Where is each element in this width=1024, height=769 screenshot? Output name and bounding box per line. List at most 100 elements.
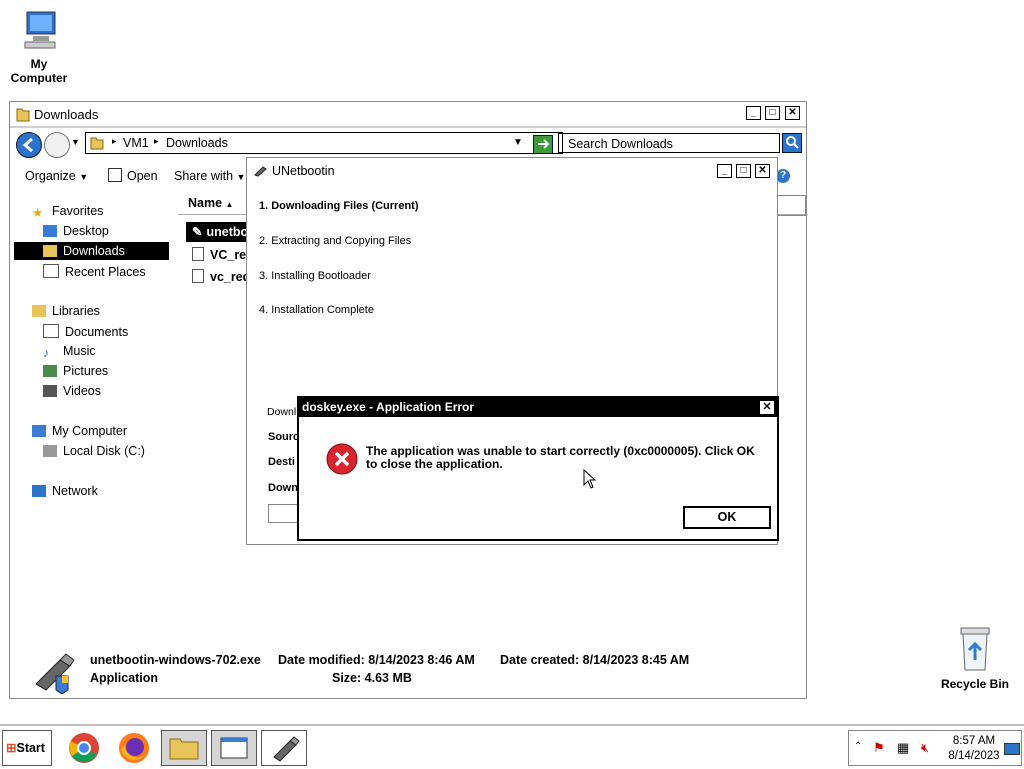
nav-recent-places[interactable]: Recent Places	[43, 264, 146, 279]
taskbar-app-window[interactable]	[211, 730, 257, 766]
step-bootloader: 3. Installing Bootloader	[259, 270, 371, 282]
taskbar-unetbootin[interactable]	[261, 730, 307, 766]
back-arrow-icon	[22, 137, 33, 153]
destination-label: Desti	[268, 456, 295, 468]
error-dialog-titlebar[interactable]: doskey.exe - Application Error	[299, 398, 777, 417]
nav-downloads[interactable]: Downloads	[14, 242, 169, 260]
address-folder-icon	[90, 136, 104, 153]
installer-icon	[192, 269, 204, 283]
my-computer-label: My Computer	[10, 57, 68, 85]
organize-menu[interactable]: Organize ▼	[25, 169, 88, 183]
unetbootin-minimize-button[interactable]: _	[717, 164, 732, 178]
taskbar: ⊞Start ⌃ ⚑ ▦ 🔇︎ 8:57 AM 8/14/2023	[0, 724, 1024, 768]
volume-muted-icon[interactable]: 🔇︎	[921, 740, 929, 756]
help-icon[interactable]: ?	[776, 169, 790, 183]
action-center-flag-icon[interactable]: ⚑	[873, 740, 885, 756]
details-date-modified: Date modified: 8/14/2023 8:46 AM	[278, 653, 475, 667]
details-size: Size: 4.63 MB	[332, 671, 412, 685]
column-name-header[interactable]: Name ▲	[188, 196, 233, 210]
mouse-cursor-icon	[583, 468, 597, 492]
step-extracting: 2. Extracting and Copying Files	[259, 235, 412, 247]
clock-date[interactable]: 8/14/2023	[947, 750, 1001, 762]
unetbootin-maximize-button[interactable]: □	[736, 164, 751, 178]
minimize-button[interactable]: _	[746, 106, 761, 120]
taskbar-explorer[interactable]	[161, 730, 207, 766]
close-button[interactable]: ✕	[785, 106, 800, 120]
nav-local-disk[interactable]: Local Disk (C:)	[43, 444, 145, 458]
error-dialog-close-button[interactable]: ✕	[759, 400, 775, 415]
maximize-button[interactable]: □	[765, 106, 780, 120]
history-dropdown-icon[interactable]: ▼	[71, 137, 80, 147]
unetbootin-title: UNetbootin	[272, 164, 335, 178]
window-icon	[220, 737, 248, 759]
desktop-icon	[43, 225, 57, 237]
folder-icon	[16, 106, 30, 125]
libraries-icon	[32, 305, 46, 317]
download-status-label: Downl	[267, 406, 297, 418]
nav-my-computer[interactable]: My Computer	[32, 424, 127, 438]
file-row-unetbootin[interactable]: ✎ unetbo	[186, 222, 248, 242]
taskbar-firefox[interactable]	[111, 730, 157, 766]
show-desktop-icon[interactable]	[1004, 743, 1020, 755]
open-button[interactable]: Open	[108, 168, 158, 183]
details-type: Application	[90, 671, 159, 685]
hard-disk-icon	[43, 445, 57, 457]
network-icon	[32, 485, 46, 497]
details-date-created: Date created: 8/14/2023 8:45 AM	[500, 653, 690, 667]
recycle-bin-desktop-icon[interactable]: Recycle Bin	[938, 624, 1012, 691]
address-dropdown-icon[interactable]: ▼	[513, 137, 523, 148]
forward-button[interactable]	[44, 132, 70, 158]
downloaded-label: Down	[268, 482, 298, 494]
explorer-title: Downloads	[34, 107, 99, 122]
details-filename: unetbootin-windows-702.exe	[90, 653, 261, 667]
ok-button[interactable]: OK	[683, 506, 771, 529]
computer-icon	[24, 11, 56, 49]
nav-favorites[interactable]: ★ Favorites	[32, 204, 103, 220]
error-dialog-title: doskey.exe - Application Error	[302, 400, 475, 414]
breadcrumb-vm1[interactable]: VM1	[123, 136, 149, 150]
back-button[interactable]	[16, 132, 42, 158]
file-row-vc-redist-1[interactable]: VC_red	[192, 247, 254, 262]
taskbar-chrome[interactable]	[61, 730, 107, 766]
nav-network[interactable]: Network	[32, 484, 98, 498]
nav-documents[interactable]: Documents	[43, 324, 128, 339]
error-message: The application was unable to start corr…	[366, 444, 755, 471]
nav-pictures[interactable]: Pictures	[43, 364, 108, 378]
explorer-titlebar[interactable]: Downloads _ □ ✕	[10, 102, 806, 128]
unetbootin-file-icon: ✎	[192, 225, 203, 239]
chrome-icon	[69, 733, 99, 763]
refresh-button[interactable]	[533, 135, 553, 154]
computer-icon	[32, 425, 46, 437]
star-icon: ★	[32, 206, 44, 220]
step-downloading: 1. Downloading Files (Current)	[259, 200, 419, 212]
recent-places-icon	[43, 264, 59, 278]
network-tray-icon[interactable]: ▦	[897, 740, 909, 756]
downloads-folder-icon	[43, 245, 57, 257]
address-bar[interactable]: ▸ VM1 ▸ Downloads ▼	[85, 132, 563, 154]
search-input[interactable]: Search Downloads	[558, 133, 780, 153]
music-icon: ♪	[43, 346, 50, 360]
nav-videos[interactable]: Videos	[43, 384, 101, 398]
step-complete: 4. Installation Complete	[259, 304, 374, 316]
firefox-icon	[119, 733, 149, 763]
my-computer-desktop-icon[interactable]: My Computer	[2, 8, 76, 85]
file-row-vc-redist-2[interactable]: vc_red	[192, 269, 250, 284]
refresh-icon	[538, 139, 550, 149]
clock-time[interactable]: 8:57 AM	[949, 735, 999, 747]
documents-icon	[43, 324, 59, 338]
source-label: Sourc	[268, 431, 300, 443]
error-icon	[326, 443, 358, 478]
nav-music[interactable]: ♪ Music	[43, 344, 96, 360]
unetbootin-titlebar[interactable]: UNetbootin _ □ ✕	[247, 158, 777, 182]
nav-desktop[interactable]: Desktop	[43, 224, 109, 238]
search-button[interactable]	[782, 133, 802, 153]
unetbootin-close-button[interactable]: ✕	[755, 164, 770, 178]
error-dialog: doskey.exe - Application Error ✕ The app…	[297, 396, 779, 541]
start-button[interactable]: ⊞Start	[2, 730, 52, 766]
videos-icon	[43, 385, 57, 397]
windows-logo-icon: ⊞	[6, 741, 17, 755]
nav-libraries[interactable]: Libraries	[32, 304, 100, 318]
breadcrumb-downloads[interactable]: Downloads	[166, 136, 228, 150]
share-with-menu[interactable]: Share with ▼	[174, 169, 245, 183]
show-hidden-icons-icon[interactable]: ⌃	[854, 741, 862, 752]
